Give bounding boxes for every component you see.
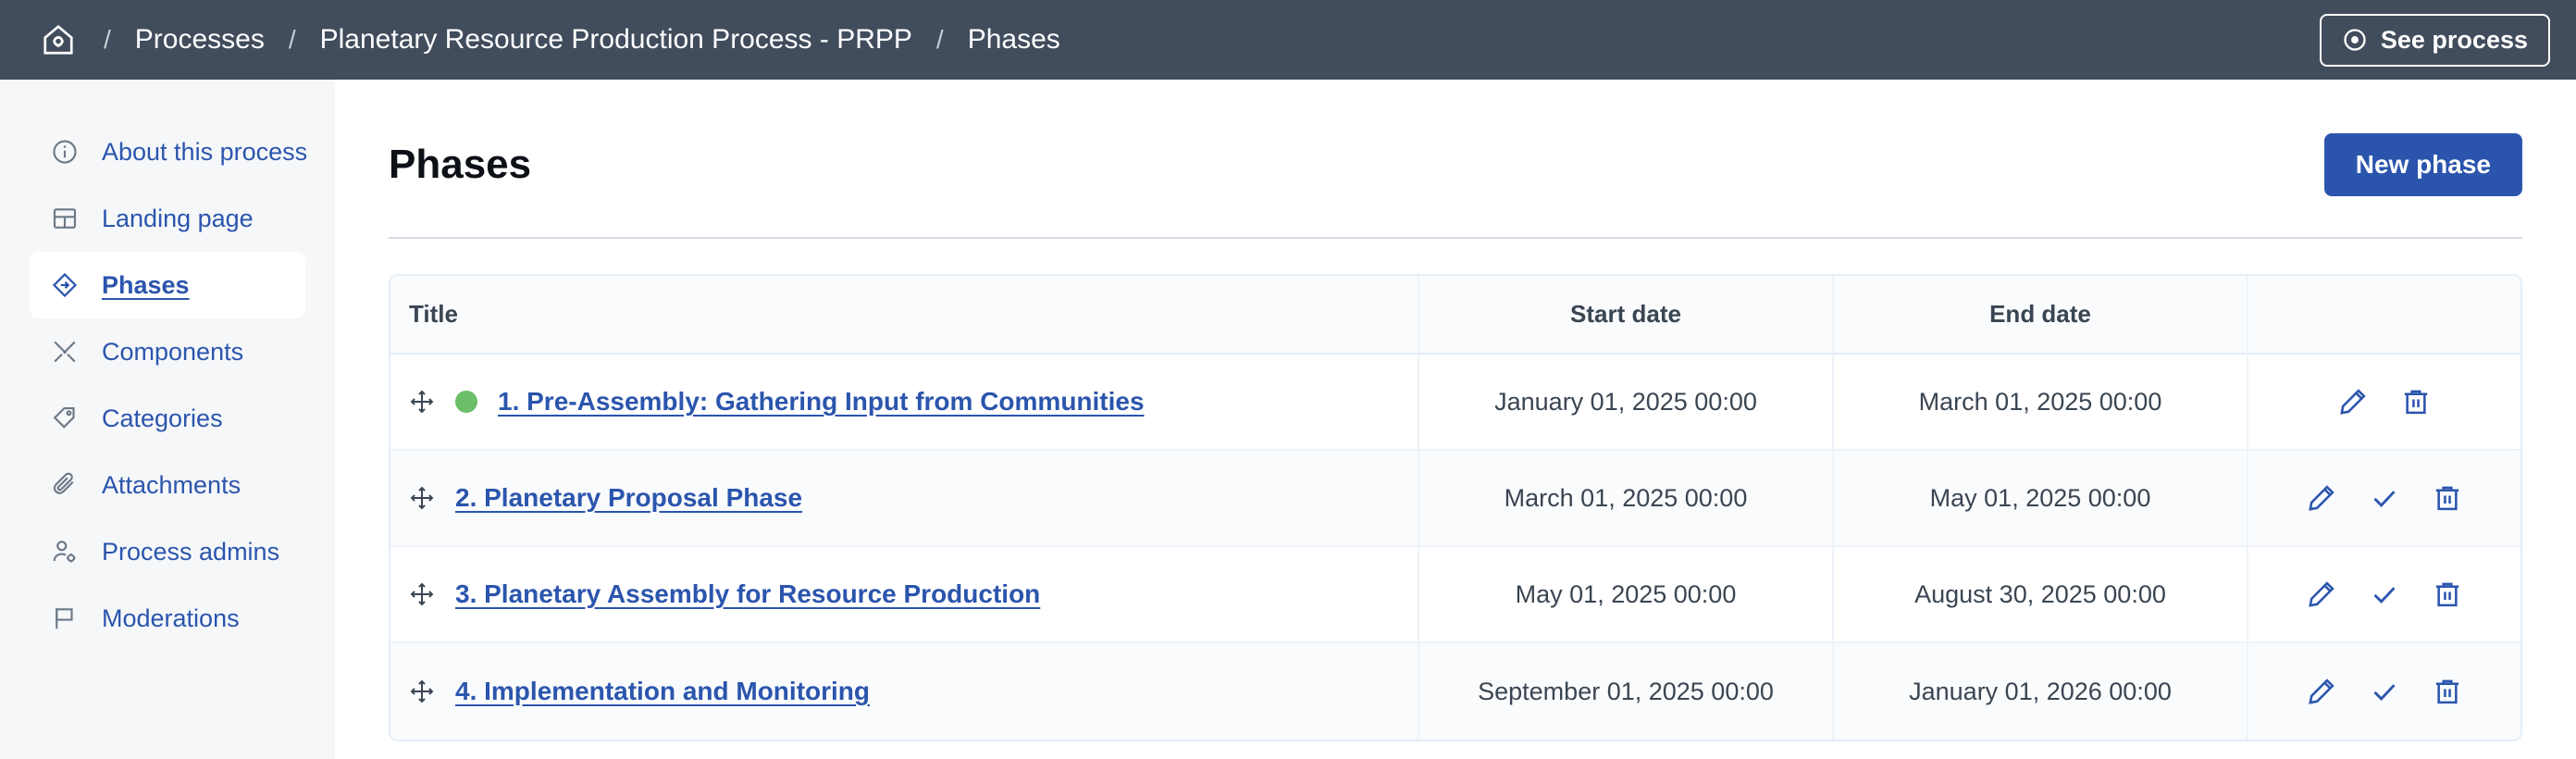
sidebar-item-categories[interactable]: Categories — [30, 385, 305, 452]
table-body: 1. Pre-Assembly: Gathering Input from Co… — [390, 355, 2520, 740]
cell-title: 3. Planetary Assembly for Resource Produ… — [390, 547, 1418, 643]
column-header-title: Title — [390, 276, 1418, 355]
column-header-actions — [2247, 276, 2520, 355]
column-header-start-date: Start date — [1418, 276, 1832, 355]
cell-title: 2. Planetary Proposal Phase — [390, 451, 1418, 547]
sidebar-item-components[interactable]: Components — [30, 318, 305, 385]
sidebar-item-label: Components — [102, 340, 243, 365]
delete-icon[interactable] — [2400, 386, 2432, 417]
see-process-label: See process — [2381, 26, 2528, 55]
phase-title-link[interactable]: 1. Pre-Assembly: Gathering Input from Co… — [498, 387, 1145, 417]
diamond-arrow-icon — [50, 270, 80, 300]
see-process-button[interactable]: See process — [2320, 14, 2550, 67]
layout-grid-icon — [50, 204, 80, 233]
edit-icon[interactable] — [2306, 482, 2337, 514]
info-circle-icon — [50, 137, 80, 167]
sidebar-item-landing-page[interactable]: Landing page — [30, 185, 305, 252]
table-row: 2. Planetary Proposal Phase March 01, 20… — [390, 451, 2520, 547]
cell-start-date: September 01, 2025 00:00 — [1418, 643, 1832, 740]
cell-actions — [2247, 355, 2520, 451]
top-bar: / Processes / Planetary Resource Product… — [0, 0, 2576, 80]
status-badge-active — [455, 391, 477, 413]
phase-title-link[interactable]: 4. Implementation and Monitoring — [455, 677, 870, 706]
phase-title-link[interactable]: 2. Planetary Proposal Phase — [455, 483, 802, 513]
edit-icon[interactable] — [2337, 386, 2369, 417]
home-gear-icon[interactable] — [37, 19, 80, 61]
main-content: Phases New phase Title Start date End da… — [335, 80, 2576, 759]
breadcrumb-separator-3: / — [936, 27, 944, 53]
sidebar-item-phases[interactable]: Phases — [30, 252, 305, 318]
cell-title: 1. Pre-Assembly: Gathering Input from Co… — [390, 355, 1418, 451]
breadcrumb-separator-2: / — [289, 27, 296, 53]
delete-icon[interactable] — [2432, 676, 2463, 707]
cell-actions — [2247, 547, 2520, 643]
cell-end-date: May 01, 2025 00:00 — [1832, 451, 2247, 547]
table-header-row: Title Start date End date — [390, 276, 2520, 355]
sidebar-item-process-admins[interactable]: Process admins — [30, 518, 305, 585]
phases-table: Title Start date End date — [389, 274, 2522, 741]
cell-actions — [2247, 643, 2520, 740]
drag-handle-icon[interactable] — [409, 581, 435, 607]
new-phase-button[interactable]: New phase — [2324, 133, 2522, 196]
sidebar-item-about-this-process[interactable]: About this process — [30, 118, 305, 185]
delete-icon[interactable] — [2432, 482, 2463, 514]
user-gear-icon — [50, 537, 80, 566]
sidebar-item-moderations[interactable]: Moderations — [30, 585, 305, 652]
activate-icon[interactable] — [2369, 579, 2400, 610]
sidebar-item-label: Attachments — [102, 473, 241, 498]
activate-icon[interactable] — [2369, 676, 2400, 707]
paperclip-icon — [50, 470, 80, 500]
sidebar-item-label: Landing page — [102, 206, 254, 231]
sidebar-item-label: Moderations — [102, 606, 240, 631]
breadcrumb-item-process-name[interactable]: Planetary Resource Production Process - … — [320, 26, 912, 54]
activate-icon[interactable] — [2369, 482, 2400, 514]
sidebar-item-label: Phases — [102, 273, 190, 298]
cell-start-date: March 01, 2025 00:00 — [1418, 451, 1832, 547]
cell-start-date: January 01, 2025 00:00 — [1418, 355, 1832, 451]
page-title: Phases — [389, 144, 531, 185]
table-head: Title Start date End date — [390, 276, 2520, 355]
edit-icon[interactable] — [2306, 676, 2337, 707]
table-row: 3. Planetary Assembly for Resource Produ… — [390, 547, 2520, 643]
flag-icon — [50, 603, 80, 633]
cell-end-date: March 01, 2025 00:00 — [1832, 355, 2247, 451]
table-row: 1. Pre-Assembly: Gathering Input from Co… — [390, 355, 2520, 451]
delete-icon[interactable] — [2432, 579, 2463, 610]
column-header-end-date: End date — [1832, 276, 2247, 355]
price-tag-icon — [50, 404, 80, 433]
table-row: 4. Implementation and Monitoring Septemb… — [390, 643, 2520, 740]
sidebar-item-label: About this process — [102, 140, 307, 165]
phase-title-link[interactable]: 3. Planetary Assembly for Resource Produ… — [455, 579, 1040, 609]
drag-handle-icon[interactable] — [409, 678, 435, 704]
cell-title: 4. Implementation and Monitoring — [390, 643, 1418, 740]
drag-handle-icon[interactable] — [409, 485, 435, 511]
breadcrumb-separator-1: / — [104, 27, 111, 53]
app-body: About this process Landing page Phases — [0, 80, 2576, 759]
sidebar-item-attachments[interactable]: Attachments — [30, 452, 305, 518]
sidebar-item-label: Process admins — [102, 540, 279, 565]
edit-icon[interactable] — [2306, 579, 2337, 610]
eye-circle-icon — [2342, 27, 2368, 53]
cell-start-date: May 01, 2025 00:00 — [1418, 547, 1832, 643]
page-header: Phases New phase — [389, 133, 2522, 239]
drag-handle-icon[interactable] — [409, 389, 435, 415]
cell-actions — [2247, 451, 2520, 547]
phases-table-wrapper: Title Start date End date — [389, 274, 2522, 741]
sidebar: About this process Landing page Phases — [0, 80, 335, 759]
breadcrumb: / Processes / Planetary Resource Product… — [37, 19, 2320, 61]
breadcrumb-item-processes[interactable]: Processes — [135, 26, 265, 54]
cell-end-date: August 30, 2025 00:00 — [1832, 547, 2247, 643]
breadcrumb-item-phases[interactable]: Phases — [968, 26, 1060, 54]
sidebar-item-label: Categories — [102, 406, 223, 431]
tools-icon — [50, 337, 80, 367]
cell-end-date: January 01, 2026 00:00 — [1832, 643, 2247, 740]
